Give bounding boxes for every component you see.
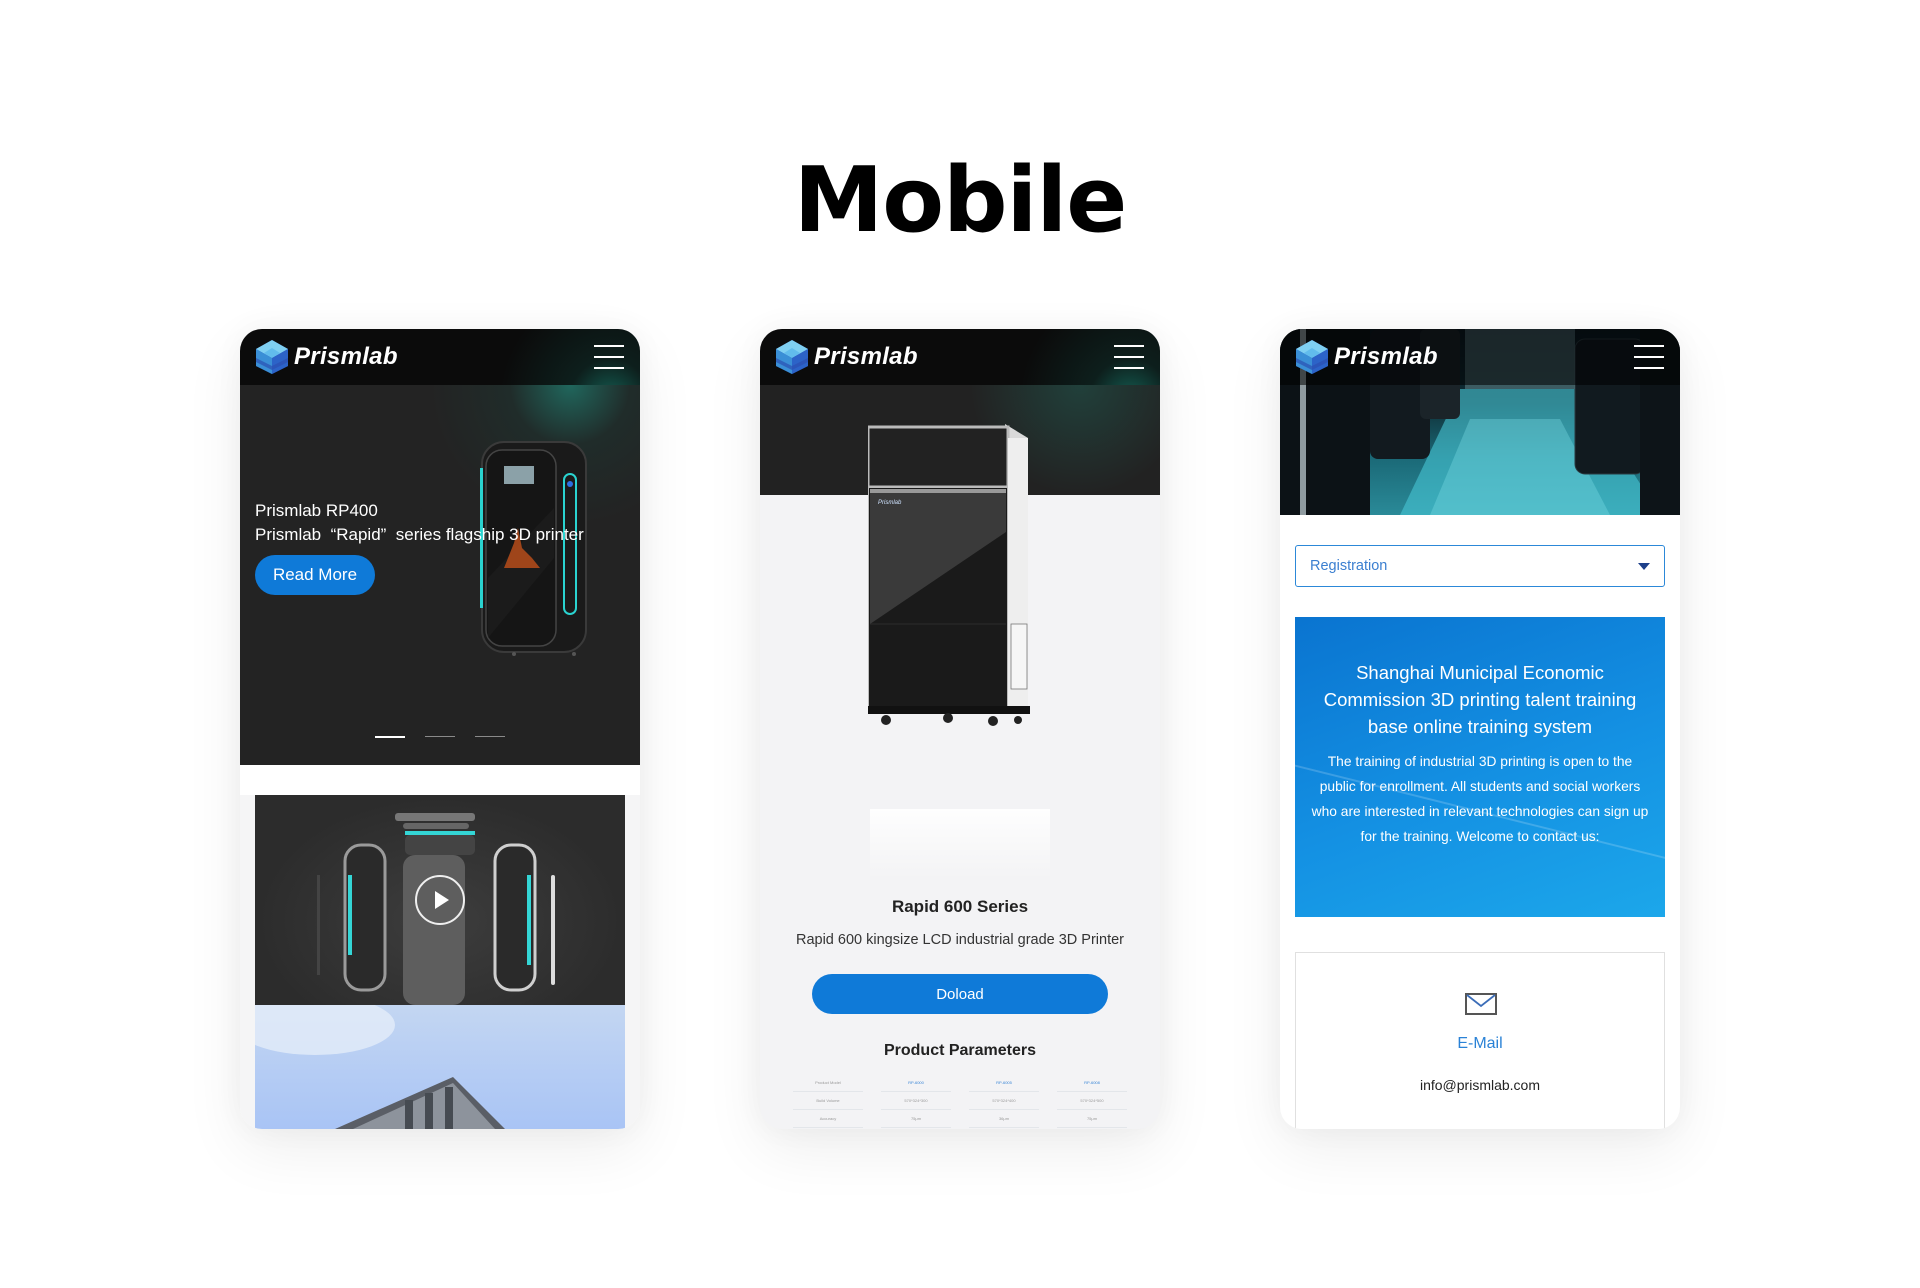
hero-caption: Prismlab RP400 Prismlab “Rapid” series f… [255, 499, 584, 547]
hero-title: Prismlab RP400 [255, 501, 378, 520]
rp400-printer-image [480, 441, 587, 656]
contact-card: E-Mail info@prismlab.com [1295, 952, 1665, 1129]
training-description: The training of industrial 3D printing i… [1311, 754, 1649, 844]
params-row-label: Accuracy [793, 1110, 863, 1128]
params-row-label: Build Volume [793, 1092, 863, 1110]
params-cell: 570*324*400 [969, 1092, 1039, 1110]
training-info-panel: Shanghai Municipal Economic Commission 3… [1295, 617, 1665, 917]
brand-logo[interactable]: Prismlab [254, 339, 398, 375]
params-row-label: Product Model [793, 1074, 863, 1092]
params-cell: RP-6005 [969, 1074, 1039, 1092]
email-label-link[interactable]: E-Mail [1296, 1035, 1664, 1053]
carousel-dot[interactable] [425, 736, 455, 737]
params-cell: 75μm [1057, 1110, 1127, 1128]
hamburger-menu-icon[interactable] [1634, 345, 1664, 369]
params-row: Product Model RP-6000 RP-6005 RP-6008 [793, 1074, 1127, 1092]
download-button[interactable]: Doload [812, 974, 1108, 1014]
printer-reflection [870, 809, 1050, 879]
prismlab-cube-icon [256, 340, 288, 374]
prismlab-cube-icon [776, 340, 808, 374]
page-title: Mobile [793, 148, 1128, 253]
mobile-header: Prismlab [760, 329, 1160, 385]
brand-name: Prismlab [294, 343, 398, 370]
section-spacer [240, 765, 640, 795]
phone-mockup-training: Prismlab Registration Shanghai Municipal… [1280, 329, 1680, 1129]
params-cell: 75μm [881, 1110, 951, 1128]
params-table: Product Model RP-6000 RP-6005 RP-6008 Build … [775, 1074, 1145, 1128]
params-cell: 570*324*500 [1057, 1092, 1127, 1110]
mail-icon [1465, 993, 1497, 1015]
params-cell: 36μm [969, 1110, 1039, 1128]
phone-mockup-home: Prismlab Prismlab RP400 Prismlab “Rapid”… [240, 329, 640, 1129]
building-photo-shape [255, 1005, 505, 1129]
category-select[interactable]: Registration [1295, 545, 1665, 587]
params-cell: RP-6008 [1057, 1074, 1127, 1092]
hero-carousel: Prismlab RP400 Prismlab “Rapid” series f… [240, 385, 640, 765]
carousel-dot[interactable] [375, 736, 405, 738]
select-value: Registration [1310, 558, 1388, 574]
email-address[interactable]: info@prismlab.com [1296, 1077, 1664, 1093]
brand-name: Prismlab [814, 343, 918, 370]
training-title: Shanghai Municipal Economic Commission 3… [1323, 662, 1637, 737]
caret-down-icon [1638, 562, 1650, 570]
play-icon[interactable] [415, 875, 465, 925]
params-cell: 570*324*300 [881, 1092, 951, 1110]
mobile-header: Prismlab [1280, 329, 1680, 385]
product-title: Rapid 600 Series [891, 897, 1029, 916]
brand-logo[interactable]: Prismlab [774, 339, 918, 375]
brand-logo[interactable]: Prismlab [1294, 339, 1438, 375]
phone-mockup-product: Prismlab Prismlab Rapid 600 Series Rapid… [760, 329, 1160, 1129]
carousel-dot[interactable] [475, 736, 505, 737]
svg-text:Prismlab: Prismlab [878, 500, 902, 506]
read-more-button[interactable]: Read More [255, 555, 375, 595]
rapid-600-printer-image: Prismlab [868, 424, 1030, 726]
prismlab-cube-icon [1296, 340, 1328, 374]
params-row: Accuracy 75μm 36μm 75μm [793, 1110, 1127, 1128]
video-thumbnail[interactable] [255, 795, 625, 1005]
hamburger-menu-icon[interactable] [1114, 345, 1144, 369]
params-row: Build Volume 570*324*300 570*324*400 570*32… [793, 1092, 1127, 1110]
brand-name: Prismlab [1334, 343, 1438, 370]
product-subtitle: Rapid 600 kingsize LCD industrial grade … [795, 932, 1125, 948]
params-heading: Product Parameters [883, 1042, 1037, 1059]
hamburger-menu-icon[interactable] [594, 345, 624, 369]
carousel-pagination [240, 736, 640, 738]
building-image [255, 1005, 625, 1129]
params-cell: RP-6000 [881, 1074, 951, 1092]
hero-subtitle: Prismlab “Rapid” series flagship 3D prin… [255, 525, 584, 544]
mobile-header: Prismlab [240, 329, 640, 385]
